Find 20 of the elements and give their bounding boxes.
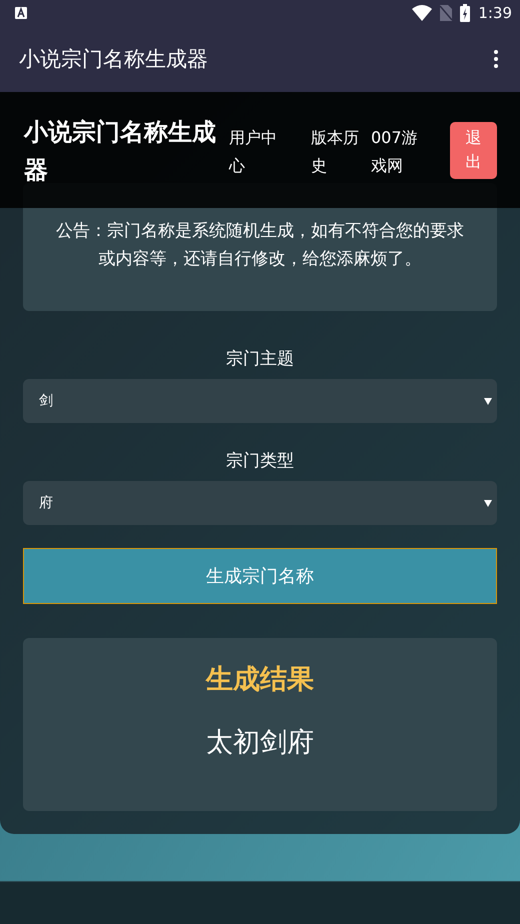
result-title: 生成结果 — [206, 663, 314, 697]
result-name: 太初剑府 — [206, 726, 314, 760]
nav-link[interactable]: 007游戏网 — [371, 124, 425, 180]
app-title: 小说宗门名称生成器 — [19, 46, 208, 73]
site-title: 小说宗门名称生成器 — [24, 117, 217, 186]
nav-link[interactable]: 用户中心 — [229, 124, 285, 180]
nav-link[interactable]: 版本历史 — [311, 124, 367, 180]
notice-text: 公告：宗门名称是系统随机生成，如有不符合您的要求或内容等，还请自行修改，给您添麻烦了。 — [55, 220, 465, 271]
battery-icon — [460, 4, 470, 22]
wifi-icon — [412, 5, 432, 21]
select-field[interactable]: 府 — [23, 481, 497, 525]
no-sim-icon — [440, 5, 452, 21]
caret-icon — [484, 397, 492, 405]
generate-button[interactable]: 生成宗门名称 — [23, 548, 497, 604]
field-label: 宗门类型 — [226, 450, 294, 473]
select-field[interactable]: 剑 — [23, 379, 497, 423]
keyboard-icon — [15, 7, 27, 19]
caret-icon — [484, 499, 492, 507]
status-time: 1:39 — [478, 4, 512, 22]
field-label: 宗门主题 — [226, 348, 294, 371]
